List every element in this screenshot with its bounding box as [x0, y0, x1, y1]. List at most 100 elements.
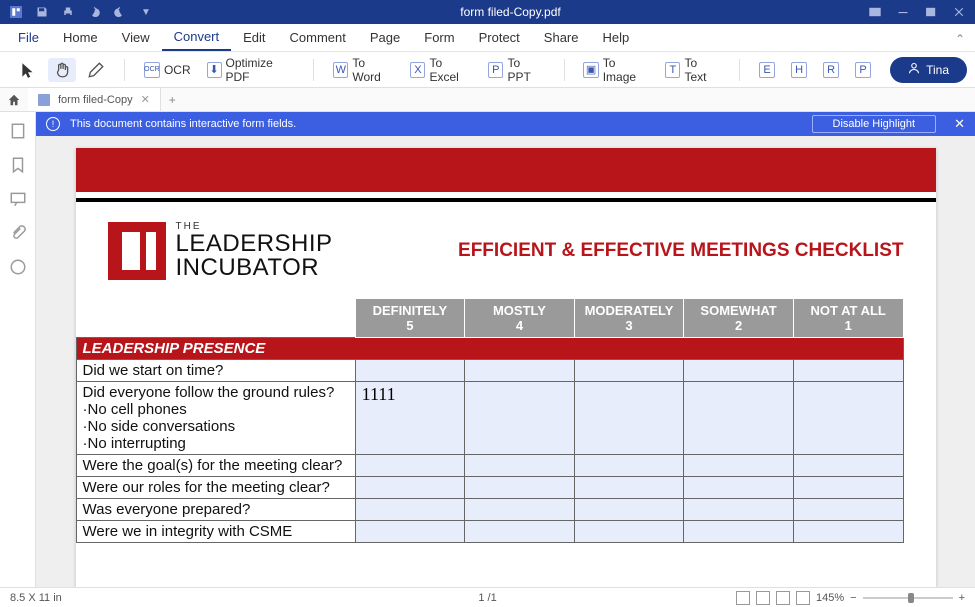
- zoom-slider[interactable]: [863, 597, 953, 599]
- view-facing-icon[interactable]: [776, 591, 790, 605]
- tab-close-icon[interactable]: ✕: [141, 93, 150, 106]
- doc-header: THE LEADERSHIP INCUBATOR EFFICIENT & EFF…: [76, 222, 936, 280]
- menu-edit[interactable]: Edit: [231, 24, 277, 51]
- image-icon: ▣: [583, 62, 598, 78]
- left-sidebar: [0, 112, 36, 587]
- home-tab-icon[interactable]: [0, 93, 28, 107]
- form-field-cell[interactable]: [465, 477, 575, 499]
- form-field-cell[interactable]: [465, 382, 575, 455]
- info-close-icon[interactable]: ✕: [954, 116, 965, 132]
- disable-highlight-button[interactable]: Disable Highlight: [812, 115, 937, 133]
- mail-icon[interactable]: [867, 4, 883, 20]
- form-field-cell[interactable]: [355, 360, 465, 382]
- table-row: Were the goal(s) for the meeting clear?: [76, 455, 903, 477]
- convert-h-button[interactable]: H: [786, 59, 812, 81]
- form-field-cell[interactable]: 1111: [355, 382, 465, 455]
- menu-form[interactable]: Form: [412, 24, 466, 51]
- form-field-cell[interactable]: [684, 499, 794, 521]
- page-viewport[interactable]: THE LEADERSHIP INCUBATOR EFFICIENT & EFF…: [36, 136, 975, 587]
- chat-icon[interactable]: [9, 258, 27, 276]
- menu-comment[interactable]: Comment: [278, 24, 358, 51]
- convert-p-button[interactable]: P: [850, 59, 876, 81]
- form-field-cell[interactable]: [793, 521, 903, 543]
- form-field-cell[interactable]: [574, 477, 684, 499]
- form-field-cell[interactable]: [793, 499, 903, 521]
- edit-tool[interactable]: [82, 58, 110, 82]
- to-excel-button[interactable]: XTo Excel: [405, 53, 477, 87]
- document-tab[interactable]: form filed-Copy ✕: [28, 88, 161, 111]
- bookmarks-icon[interactable]: [9, 156, 27, 174]
- attachments-icon[interactable]: [9, 224, 27, 242]
- form-field-cell[interactable]: [574, 382, 684, 455]
- to-ppt-label: To PPT: [507, 56, 544, 84]
- select-tool[interactable]: [14, 58, 42, 82]
- form-field-cell[interactable]: [355, 477, 465, 499]
- form-field-cell[interactable]: [574, 455, 684, 477]
- redo-icon[interactable]: [112, 4, 128, 20]
- menu-view[interactable]: View: [110, 24, 162, 51]
- menu-share[interactable]: Share: [532, 24, 591, 51]
- view-facing-cont-icon[interactable]: [796, 591, 810, 605]
- convert-e-button[interactable]: E: [754, 59, 780, 81]
- print-icon[interactable]: [60, 4, 76, 20]
- menu-help[interactable]: Help: [591, 24, 642, 51]
- page-indicator[interactable]: 1 /1: [478, 592, 496, 604]
- form-field-cell[interactable]: [684, 382, 794, 455]
- comments-panel-icon[interactable]: [9, 190, 27, 208]
- user-badge[interactable]: Tina: [890, 57, 967, 83]
- collapse-ribbon-icon[interactable]: ⌃: [955, 32, 965, 46]
- app-logo-icon[interactable]: [8, 4, 24, 20]
- thumbnails-icon[interactable]: [9, 122, 27, 140]
- menu-protect[interactable]: Protect: [467, 24, 532, 51]
- zoom-in-button[interactable]: +: [959, 592, 965, 604]
- form-field-cell[interactable]: [684, 477, 794, 499]
- view-continuous-icon[interactable]: [756, 591, 770, 605]
- form-field-cell[interactable]: [355, 521, 465, 543]
- ocr-label: OCR: [164, 63, 191, 77]
- form-field-cell[interactable]: [465, 521, 575, 543]
- optimize-pdf-button[interactable]: ⬇Optimize PDF: [202, 53, 300, 87]
- ppt-icon: P: [488, 62, 503, 78]
- logo-mark-icon: [108, 222, 166, 280]
- qat-dropdown-icon[interactable]: ▼: [138, 4, 154, 20]
- form-field-cell[interactable]: [793, 455, 903, 477]
- hand-tool[interactable]: [48, 58, 76, 82]
- to-text-button[interactable]: TTo Text: [660, 53, 725, 87]
- form-field-cell[interactable]: [465, 360, 575, 382]
- menu-convert[interactable]: Convert: [162, 24, 232, 51]
- form-field-cell[interactable]: [355, 455, 465, 477]
- form-field-cell[interactable]: [684, 521, 794, 543]
- col-header-0: DEFINITELY5: [355, 299, 465, 338]
- form-field-cell[interactable]: [355, 499, 465, 521]
- maximize-icon[interactable]: [923, 4, 939, 20]
- menu-home[interactable]: Home: [51, 24, 110, 51]
- menu-page[interactable]: Page: [358, 24, 412, 51]
- form-field-cell[interactable]: [793, 477, 903, 499]
- new-tab-button[interactable]: +: [161, 93, 184, 107]
- table-row: Were our roles for the meeting clear?: [76, 477, 903, 499]
- form-field-cell[interactable]: [574, 360, 684, 382]
- view-single-icon[interactable]: [736, 591, 750, 605]
- form-field-cell[interactable]: [684, 455, 794, 477]
- to-image-button[interactable]: ▣To Image: [578, 53, 654, 87]
- menu-file[interactable]: File: [6, 24, 51, 51]
- form-field-cell[interactable]: [465, 455, 575, 477]
- ocr-button[interactable]: OCROCR: [139, 59, 196, 81]
- save-icon[interactable]: [34, 4, 50, 20]
- form-field-cell[interactable]: [793, 360, 903, 382]
- to-word-button[interactable]: WTo Word: [328, 53, 399, 87]
- form-field-cell[interactable]: [793, 382, 903, 455]
- form-field-cell[interactable]: [684, 360, 794, 382]
- toolbar: OCROCR ⬇Optimize PDF WTo Word XTo Excel …: [0, 52, 975, 88]
- minimize-icon[interactable]: [895, 4, 911, 20]
- zoom-out-button[interactable]: −: [850, 592, 856, 604]
- form-field-cell[interactable]: [574, 499, 684, 521]
- undo-icon[interactable]: [86, 4, 102, 20]
- doc-h-icon: H: [791, 62, 807, 78]
- form-field-cell[interactable]: [465, 499, 575, 521]
- convert-r-button[interactable]: R: [818, 59, 844, 81]
- doc-tab-icon: [38, 94, 50, 106]
- to-ppt-button[interactable]: PTo PPT: [483, 53, 549, 87]
- close-icon[interactable]: [951, 4, 967, 20]
- form-field-cell[interactable]: [574, 521, 684, 543]
